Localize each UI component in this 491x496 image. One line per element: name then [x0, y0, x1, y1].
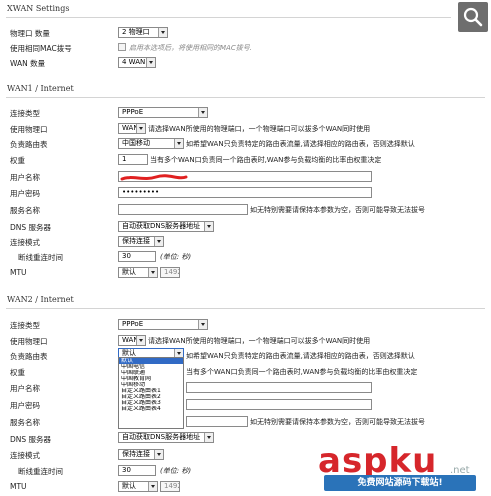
dropdown-option[interactable]: 自定义路由表4: [119, 406, 183, 412]
wan2-route-hint: 如希望WAN只负责特定的路由表流量,请选择相应的路由表，否则选择默认: [186, 352, 415, 360]
watermark-subtitle: 免费网站源码下载站!: [324, 475, 476, 491]
wan2-phys-port-select[interactable]: WAN: [118, 335, 146, 346]
chevron-down-icon: [154, 237, 163, 246]
chevron-down-icon: [154, 450, 163, 459]
wan2-service-input[interactable]: [186, 416, 248, 427]
wan2-conn-type-value: PPPoE: [122, 320, 144, 328]
wan1-weight-input[interactable]: 1: [118, 154, 148, 165]
wan1-mtu-number: 1492: [160, 267, 180, 278]
wan1-mode-value: 保持连接: [122, 237, 150, 245]
wan2-phys-port-label: 使用物理口: [10, 337, 48, 346]
wan1-pass-label: 用户密码: [10, 189, 40, 198]
wan1-conn-type-label: 连接类型: [10, 109, 40, 118]
wan2-mtu-select[interactable]: 默认: [118, 481, 158, 492]
chevron-down-icon: [148, 268, 157, 277]
wan2-pass-label: 用户密码: [10, 401, 40, 410]
phys-count-select[interactable]: 2 物理口: [118, 27, 168, 38]
wan2-mode-value: 保持连接: [122, 450, 150, 458]
wan2-mtu-label: MTU: [10, 482, 27, 491]
chevron-down-icon: [198, 108, 207, 117]
wan2-reconnect-unit: (单位: 秒): [160, 467, 192, 475]
wan2-dns-value: 自动获取DNS服务器地址: [122, 433, 201, 441]
wan1-mtu-label: MTU: [10, 268, 27, 277]
wan1-reconnect-input[interactable]: 30: [118, 251, 156, 262]
wan2-mtu-value: 默认: [122, 482, 136, 490]
same-mac-hint: 启用本选项后，将使用相同的MAC拨号.: [129, 44, 252, 52]
wan1-service-input[interactable]: [118, 204, 248, 215]
xwan-section-title: XWAN Settings: [7, 4, 70, 13]
wan1-mode-label: 连接模式: [10, 238, 40, 247]
wan1-weight-hint: 当有多个WAN口负责同一个路由表时,WAN参与负载均衡的比率由权重决定: [150, 156, 382, 164]
phys-count-value: 2 物理口: [122, 28, 150, 36]
chevron-down-icon: [204, 222, 213, 231]
wan1-pass-input[interactable]: •••••••••: [118, 187, 372, 198]
wan2-dns-select[interactable]: 自动获取DNS服务器地址: [118, 432, 214, 443]
divider: [6, 17, 451, 18]
chevron-down-icon: [204, 433, 213, 442]
wan2-service-hint: 如无特别需要请保持本参数为空，否则可能导致无法拔号: [250, 418, 425, 426]
redaction-scribble: [120, 174, 188, 181]
wan2-conn-type-label: 连接类型: [10, 321, 40, 330]
wan1-reconnect-unit: (单位: 秒): [160, 253, 192, 261]
wan1-route-label: 负责路由表: [10, 140, 48, 149]
wan2-reconnect-input[interactable]: 30: [118, 465, 156, 476]
wan2-conn-type-select[interactable]: PPPoE: [118, 319, 208, 330]
wan2-weight-hint: 当有多个WAN口负责同一个路由表时,WAN参与负载均衡的比率由权重决定: [186, 368, 418, 376]
chevron-down-icon: [158, 28, 167, 37]
wan1-dns-select[interactable]: 自动获取DNS服务器地址: [118, 221, 214, 232]
wan2-mode-select[interactable]: 保持连接: [118, 449, 164, 460]
wan1-route-hint: 如希望WAN只负责特定的路由表流量,请选择相应的路由表，否则选择默认: [186, 140, 415, 148]
wan2-service-label: 服务名称: [10, 418, 40, 427]
wan2-route-value: 默认: [122, 349, 136, 357]
wan-count-label: WAN 数量: [10, 59, 46, 68]
wan1-weight-label: 权重: [10, 156, 25, 165]
chevron-down-icon: [198, 320, 207, 329]
wan2-dns-label: DNS 服务器: [10, 435, 52, 444]
phys-count-label: 物理口 数量: [10, 29, 50, 38]
chevron-down-icon: [136, 336, 145, 345]
wan1-section-title: WAN1 / Internet: [7, 84, 74, 93]
chevron-down-icon: [148, 482, 157, 491]
wan2-mode-label: 连接模式: [10, 451, 40, 460]
wan2-mtu-number: 1492: [160, 481, 180, 492]
wan2-route-label: 负责路由表: [10, 352, 48, 361]
wan2-user-input[interactable]: [186, 382, 372, 393]
wan1-route-value: 中国移动: [122, 139, 150, 147]
wan-count-value: 4 WAN: [122, 58, 146, 66]
wan2-weight-label: 权重: [10, 368, 25, 377]
divider: [6, 308, 485, 309]
search-icon: [463, 7, 483, 27]
chevron-down-icon: [174, 139, 183, 148]
wan1-mtu-select[interactable]: 默认: [118, 267, 158, 278]
chevron-down-icon: [146, 58, 155, 67]
wan1-user-label: 用户名称: [10, 173, 40, 182]
wan1-phys-port-hint: 请选择WAN所使用的物理端口，一个物理端口可以拔多个WAN同时使用: [148, 125, 371, 133]
wan2-phys-port-hint: 请选择WAN所使用的物理端口，一个物理端口可以拔多个WAN同时使用: [148, 337, 371, 345]
wan1-dns-label: DNS 服务器: [10, 223, 52, 232]
wan1-conn-type-value: PPPoE: [122, 108, 144, 116]
wan-count-select[interactable]: 4 WAN: [118, 57, 156, 68]
chevron-down-icon: [136, 124, 145, 133]
search-button[interactable]: [458, 2, 488, 32]
same-mac-label: 使用相同MAC拨号: [10, 44, 72, 53]
wan1-service-hint: 如无特别需要请保持本参数为空，否则可能导致无法拔号: [250, 206, 425, 214]
wan1-mode-select[interactable]: 保持连接: [118, 236, 164, 247]
wan1-conn-type-select[interactable]: PPPoE: [118, 107, 208, 118]
wan2-pass-input[interactable]: [186, 399, 372, 410]
divider: [6, 97, 485, 98]
wan1-reconnect-label: 断线重连时间: [18, 253, 63, 262]
wan2-section-title: WAN2 / Internet: [7, 295, 74, 304]
wan1-dns-value: 自动获取DNS服务器地址: [122, 222, 201, 230]
wan1-route-select[interactable]: 中国移动: [118, 138, 184, 149]
wan1-phys-port-label: 使用物理口: [10, 125, 48, 134]
same-mac-checkbox[interactable]: [118, 43, 126, 51]
wan2-reconnect-label: 断线重连时间: [18, 467, 63, 476]
wan1-phys-port-select[interactable]: WAN: [118, 123, 146, 134]
wan1-service-label: 服务名称: [10, 206, 40, 215]
wan1-mtu-value: 默认: [122, 268, 136, 276]
wan2-route-dropdown-list: 默认 中国电信 中国联通 中国教育网 中国移动 自定义路由表1 自定义路由表2 …: [118, 357, 184, 429]
wan2-user-label: 用户名称: [10, 384, 40, 393]
